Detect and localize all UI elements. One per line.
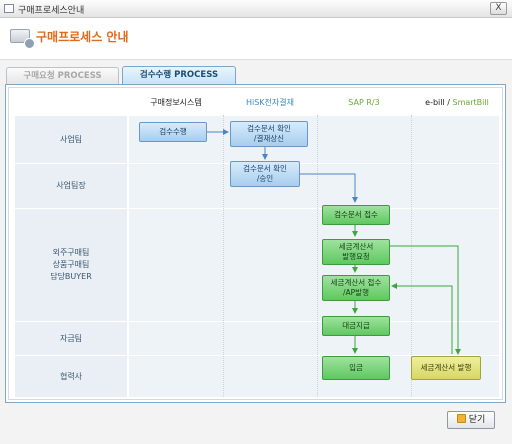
column-header-purchase-system: 구매정보시스템 xyxy=(150,98,202,107)
tab-inspection-process[interactable]: 검수수행 PROCESS xyxy=(122,66,236,84)
process-diagram: 구매정보시스템 HiSK전자결재 SAP R/3 e-bill / SmartB… xyxy=(8,87,503,400)
step-document-review-approve: 검수문서 확인 /승인 xyxy=(230,161,300,187)
lane-body xyxy=(129,209,499,321)
window-titlebar: 구매프로세스안내 X xyxy=(0,0,512,18)
lane-purchasing-buyer: 외주구매팀 상품구매팀 담당BUYER xyxy=(15,208,499,321)
column-header-sap: SAP R/3 xyxy=(348,98,380,107)
column-divider xyxy=(317,115,318,397)
step-deposit: 입금 xyxy=(322,356,390,380)
lane-finance-team: 자금팀 xyxy=(15,321,499,355)
lane-body xyxy=(129,164,499,208)
step-issue-tax-invoice: 세금계산서 발행 xyxy=(411,356,481,380)
column-header-hisk-approval: HiSK전자결재 xyxy=(245,98,294,107)
column-header-ebill: e-bill / SmartBill xyxy=(411,94,503,111)
column-header-smartbill: SmartBill xyxy=(452,98,489,107)
step-document-review-submit: 검수문서 확인 /결재상신 xyxy=(230,121,308,147)
close-icon xyxy=(456,414,466,423)
window-close-button[interactable]: X xyxy=(490,2,507,15)
tab-purchase-request-process[interactable]: 구매요청 PROCESS xyxy=(6,67,119,84)
window-app-icon xyxy=(4,4,14,13)
step-tax-invoice-receipt: 세금계산서 접수 /AP발행 xyxy=(322,275,390,301)
page-title: 구매프로세스 안내 xyxy=(36,30,129,44)
step-tax-invoice-request: 세금계산서 발행요청 xyxy=(322,239,390,265)
lane-label: 자금팀 xyxy=(15,322,127,355)
close-button-label: 닫기 xyxy=(468,415,486,425)
page-header: 구매프로세스 안내 xyxy=(0,18,512,60)
lane-label: 사업팀 xyxy=(15,116,127,163)
step-document-receipt: 검수문서 접수 xyxy=(322,205,390,225)
step-inspection: 검수수행 xyxy=(139,122,207,142)
column-header-ebill-prefix: e-bill / xyxy=(425,98,450,107)
lane-label: 협력사 xyxy=(15,356,127,397)
lane-body xyxy=(129,322,499,355)
step-payment: 대금지급 xyxy=(322,316,390,336)
column-divider xyxy=(223,115,224,397)
process-guide-icon xyxy=(10,29,35,49)
close-button[interactable]: 닫기 xyxy=(447,411,495,429)
column-divider xyxy=(411,115,412,397)
process-panel: 구매정보시스템 HiSK전자결재 SAP R/3 e-bill / SmartB… xyxy=(5,84,506,403)
lane-label: 사업팀장 xyxy=(15,164,127,208)
lane-label: 외주구매팀 상품구매팀 담당BUYER xyxy=(15,209,127,321)
swimlanes: 사업팀 사업팀장 외주구매팀 상품구매팀 담당BUYER 자금팀 협력사 xyxy=(15,115,499,397)
window-title: 구매프로세스안내 xyxy=(18,6,85,16)
